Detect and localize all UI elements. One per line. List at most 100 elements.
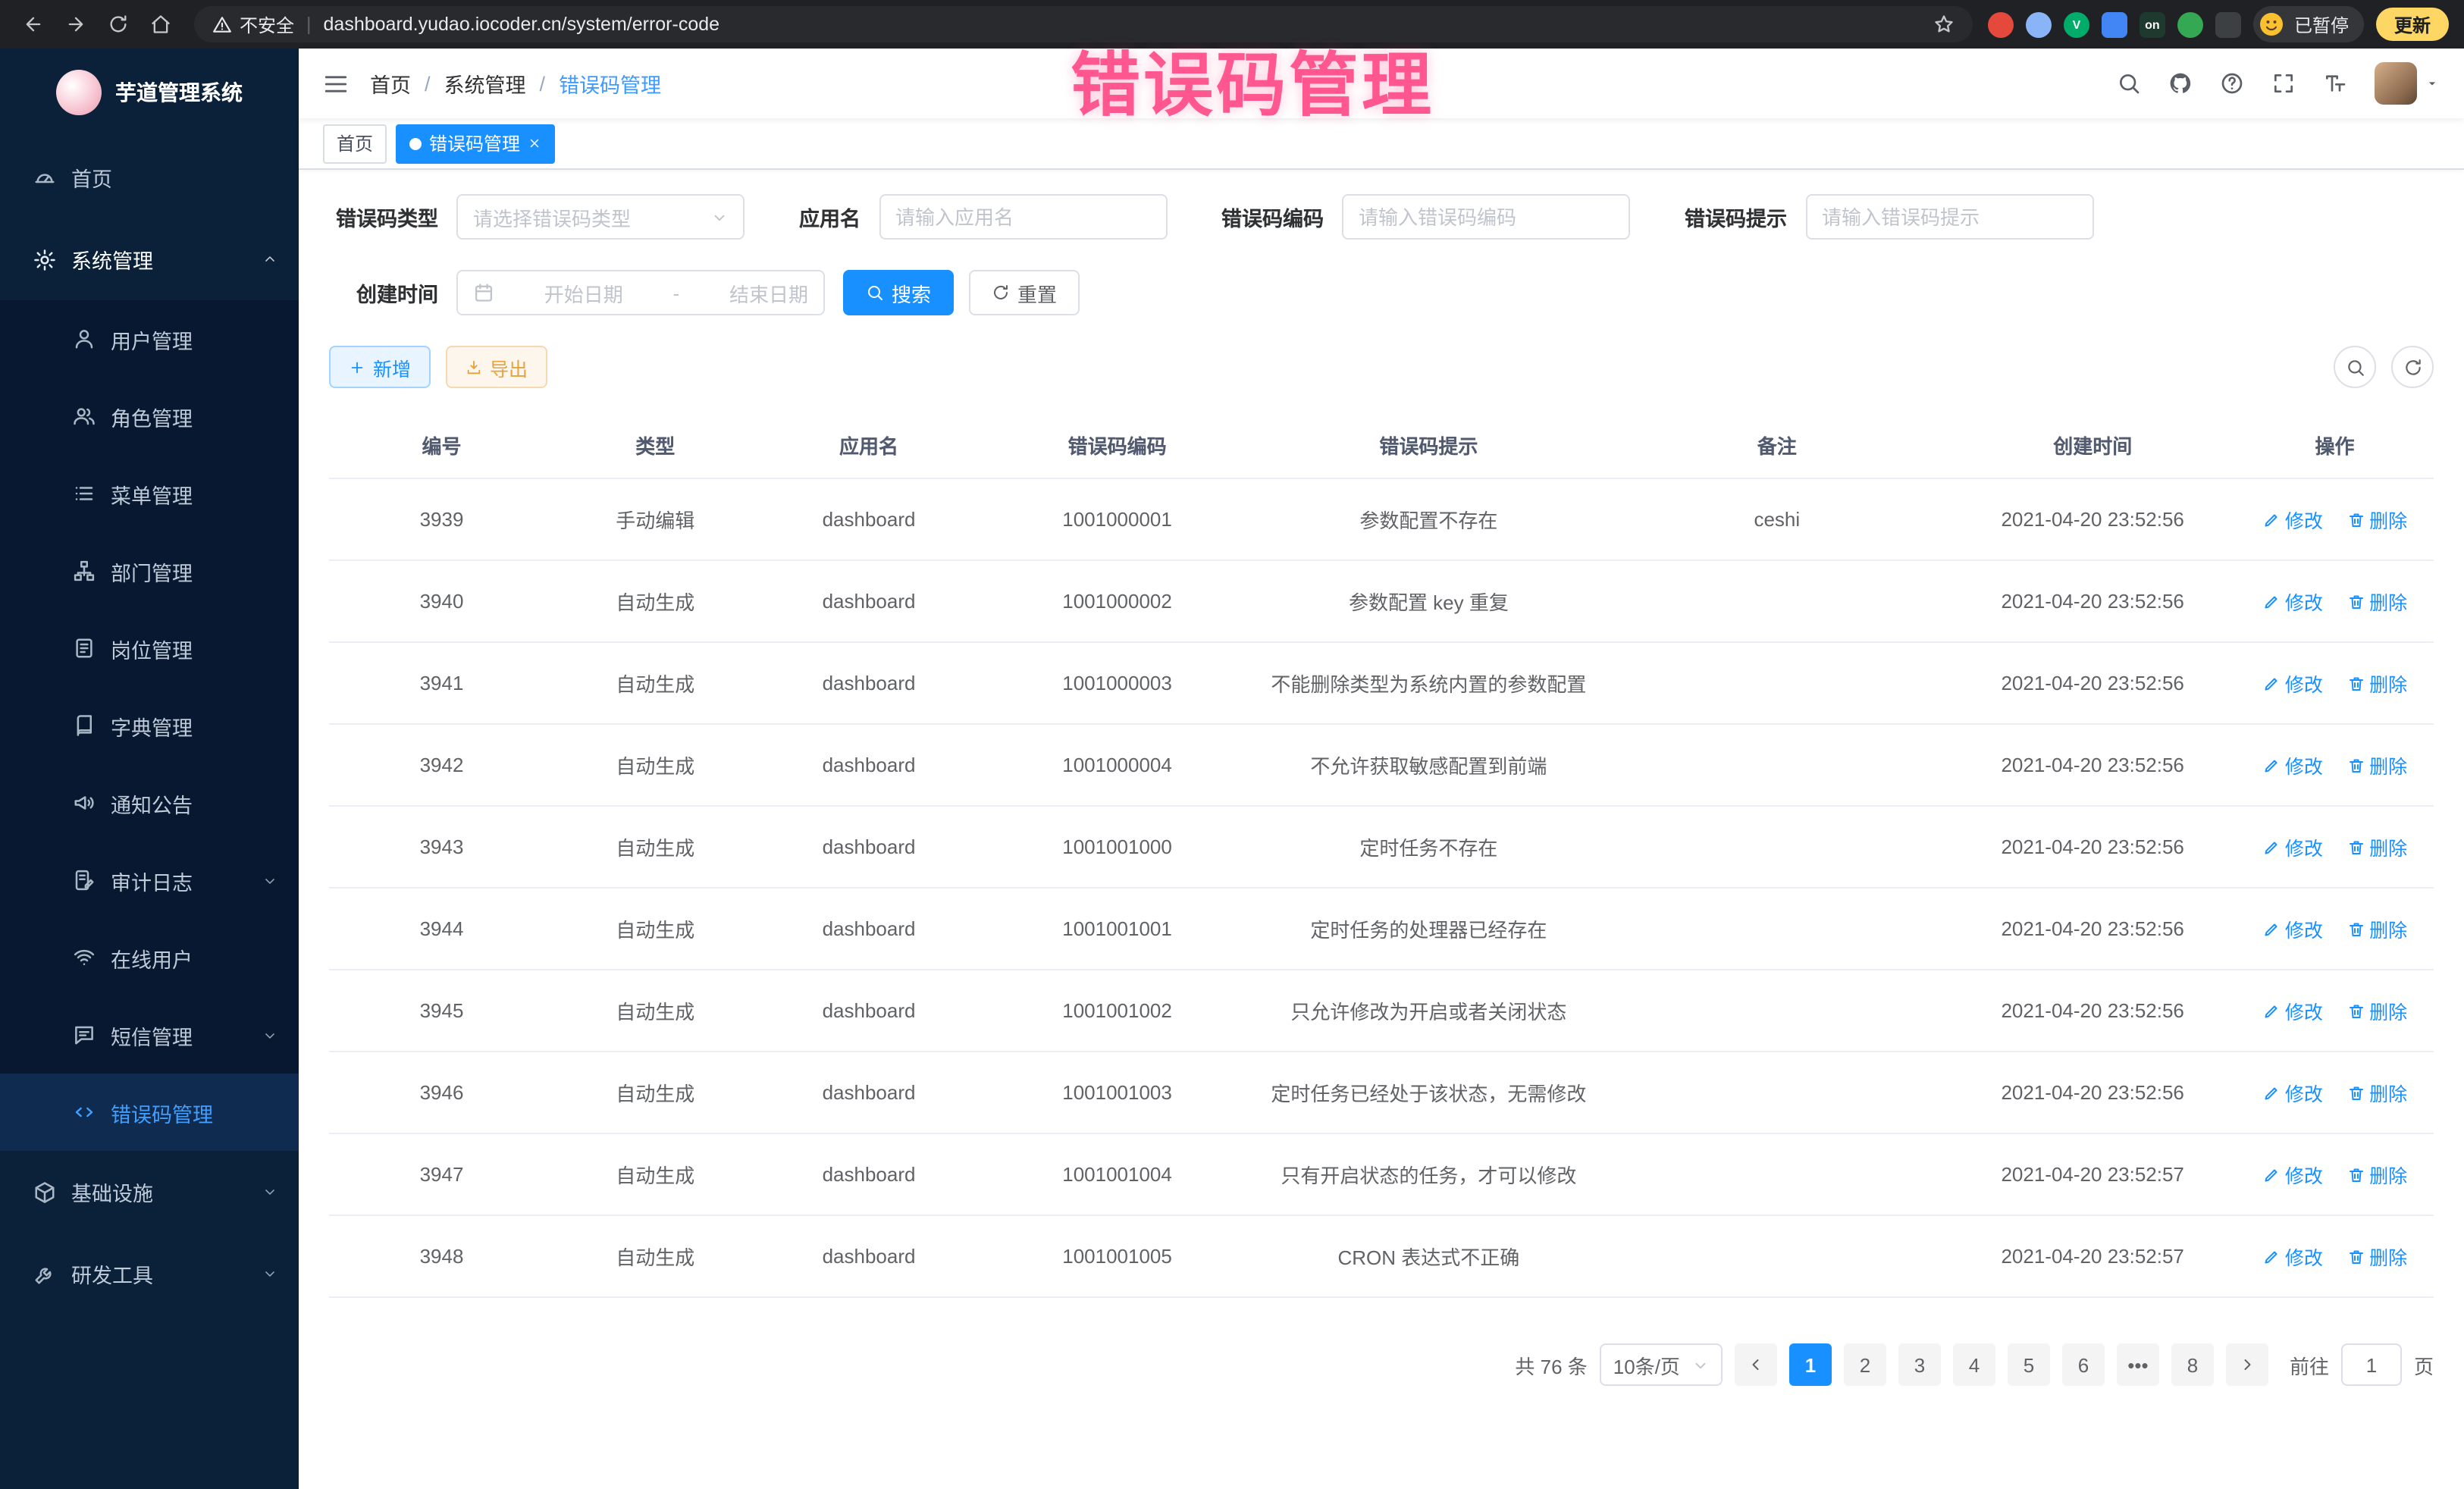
help-icon[interactable] — [2220, 71, 2244, 96]
error-hint-input[interactable] — [1822, 205, 2077, 228]
browser-home-button[interactable] — [143, 6, 179, 42]
extension-icon[interactable] — [2026, 11, 2052, 37]
edit-link[interactable]: 修改 — [2262, 832, 2323, 861]
sidebar-item[interactable]: 在线用户 — [0, 919, 299, 996]
export-button[interactable]: 导出 — [446, 346, 547, 388]
header-search-icon[interactable] — [2117, 71, 2141, 96]
sidebar-item[interactable]: 菜单管理 — [0, 455, 299, 532]
cell-remark — [1604, 642, 1949, 724]
date-range-picker[interactable]: 开始日期 - 结束日期 — [456, 270, 825, 315]
breadcrumb-item[interactable]: 首页 — [370, 68, 444, 99]
edit-link[interactable]: 修改 — [2262, 1078, 2323, 1107]
delete-link[interactable]: 删除 — [2346, 1160, 2407, 1189]
extension-icon[interactable] — [2102, 11, 2127, 37]
profile-chip[interactable]: 已暂停 — [2253, 6, 2364, 42]
sidebar-item[interactable]: 短信管理 — [0, 996, 299, 1074]
breadcrumb-item[interactable]: 系统管理 — [444, 68, 560, 99]
error-type-select[interactable]: 请选择错误码类型 — [456, 194, 745, 240]
github-icon[interactable] — [2168, 71, 2193, 96]
page-number-button[interactable]: 3 — [1898, 1343, 1941, 1386]
browser-update-button[interactable]: 更新 — [2376, 8, 2449, 41]
extension-icon[interactable] — [1988, 11, 2014, 37]
sidebar-item-label: 系统管理 — [71, 244, 153, 274]
page-number-button[interactable]: ••• — [2117, 1343, 2159, 1386]
address-bar[interactable]: 不安全 | dashboard.yudao.iocoder.cn/system/… — [194, 6, 1973, 42]
delete-icon — [2346, 674, 2365, 692]
page-number-button[interactable]: 1 — [1789, 1343, 1832, 1386]
app-logo[interactable]: 芋道管理系统 — [0, 49, 299, 136]
edit-link[interactable]: 修改 — [2262, 505, 2323, 534]
edit-link[interactable]: 修改 — [2262, 996, 2323, 1025]
cell-remark — [1604, 1215, 1949, 1297]
refresh-table-button[interactable] — [2391, 346, 2434, 388]
sidebar-item[interactable]: 部门管理 — [0, 532, 299, 610]
view-tab[interactable]: 错误码管理 — [396, 124, 555, 163]
edit-icon — [2262, 756, 2281, 774]
extension-icon[interactable] — [2215, 11, 2241, 37]
delete-link[interactable]: 删除 — [2346, 1078, 2407, 1107]
edit-link[interactable]: 修改 — [2262, 587, 2323, 616]
bookmark-star-icon[interactable] — [1933, 14, 1955, 35]
edit-link[interactable]: 修改 — [2262, 1242, 2323, 1271]
cell-type: 自动生成 — [554, 1133, 756, 1215]
browser-back-button[interactable] — [15, 6, 52, 42]
add-button[interactable]: 新增 — [329, 346, 431, 388]
breadcrumb-item[interactable]: 错误码管理 — [559, 68, 661, 99]
main-area: 首页 系统管理 错误码管理 — [299, 49, 2464, 1489]
sidebar-item[interactable]: 岗位管理 — [0, 610, 299, 687]
view-tab[interactable]: 首页 — [323, 124, 387, 163]
page-number-button[interactable]: 6 — [2062, 1343, 2105, 1386]
delete-link[interactable]: 删除 — [2346, 996, 2407, 1025]
user-menu[interactable] — [2375, 62, 2440, 105]
reset-button[interactable]: 重置 — [969, 270, 1080, 315]
sidebar-item[interactable]: 研发工具 — [0, 1233, 299, 1315]
extension-icon[interactable]: V — [2064, 11, 2089, 37]
delete-link[interactable]: 删除 — [2346, 587, 2407, 616]
search-button[interactable]: 搜索 — [843, 270, 954, 315]
font-size-icon[interactable] — [2323, 71, 2347, 96]
cell-actions: 修改 删除 — [2236, 478, 2434, 560]
sidebar-item[interactable]: 字典管理 — [0, 687, 299, 764]
page-number-button[interactable]: 2 — [1844, 1343, 1886, 1386]
delete-link[interactable]: 删除 — [2346, 832, 2407, 861]
delete-link[interactable]: 删除 — [2346, 914, 2407, 943]
cell-hint: 只允许修改为开启或者关闭状态 — [1253, 970, 1605, 1052]
range-separator: - — [673, 281, 680, 304]
app-name-input[interactable] — [895, 205, 1150, 228]
sidebar-item[interactable]: 错误码管理 — [0, 1074, 299, 1151]
extension-icon[interactable] — [2177, 11, 2203, 37]
extension-icon[interactable]: on — [2140, 11, 2165, 37]
sidebar-item[interactable]: 首页 — [0, 136, 299, 218]
edit-link[interactable]: 修改 — [2262, 914, 2323, 943]
delete-link[interactable]: 删除 — [2346, 669, 2407, 697]
sidebar-item[interactable]: 通知公告 — [0, 764, 299, 842]
browser-forward-button[interactable] — [58, 6, 94, 42]
sidebar-item[interactable]: 基础设施 — [0, 1151, 299, 1233]
sidebar-item[interactable]: 角色管理 — [0, 378, 299, 455]
delete-link[interactable]: 删除 — [2346, 751, 2407, 779]
sidebar-toggle-button[interactable] — [323, 71, 349, 96]
edit-link[interactable]: 修改 — [2262, 669, 2323, 697]
edit-link[interactable]: 修改 — [2262, 751, 2323, 779]
delete-link[interactable]: 删除 — [2346, 1242, 2407, 1271]
cell-code: 1001000001 — [982, 478, 1253, 560]
post-icon — [73, 637, 96, 660]
sidebar-item[interactable]: 用户管理 — [0, 300, 299, 378]
page-number-button[interactable]: 8 — [2171, 1343, 2214, 1386]
goto-page-input[interactable] — [2341, 1343, 2402, 1386]
search-icon — [2345, 357, 2365, 377]
next-page-button[interactable] — [2226, 1343, 2268, 1386]
page-number-button[interactable]: 4 — [1953, 1343, 1995, 1386]
fullscreen-icon[interactable] — [2271, 71, 2296, 96]
prev-page-button[interactable] — [1735, 1343, 1777, 1386]
sidebar-item[interactable]: 系统管理 — [0, 218, 299, 300]
page-size-select[interactable]: 10条/页 — [1600, 1343, 1723, 1386]
sidebar-item[interactable]: 审计日志 — [0, 842, 299, 919]
close-icon[interactable] — [528, 136, 541, 150]
toggle-search-button[interactable] — [2334, 346, 2376, 388]
page-number-button[interactable]: 5 — [2008, 1343, 2050, 1386]
error-code-input[interactable] — [1359, 205, 1613, 228]
browser-reload-button[interactable] — [100, 6, 136, 42]
delete-link[interactable]: 删除 — [2346, 505, 2407, 534]
edit-link[interactable]: 修改 — [2262, 1160, 2323, 1189]
